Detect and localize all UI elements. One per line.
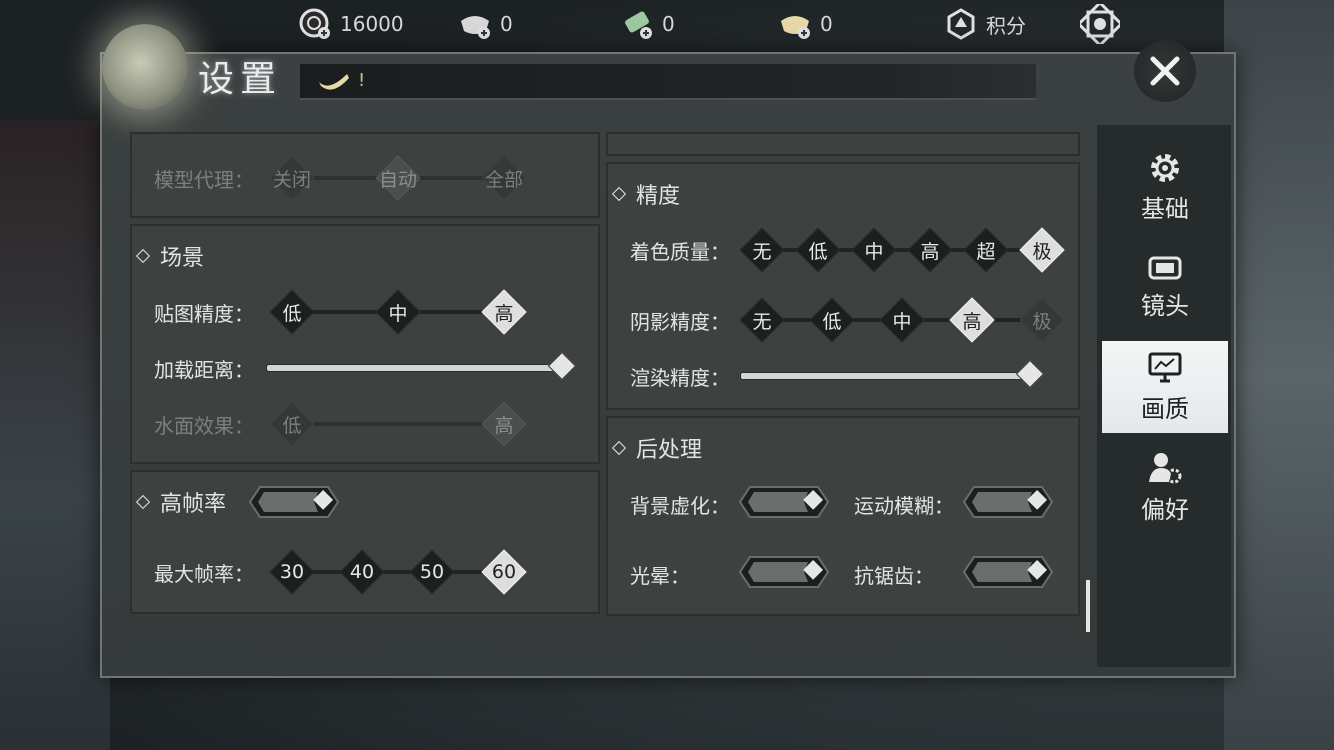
model-proxy-auto[interactable]: 自动 xyxy=(376,156,420,200)
model-proxy-box: 模型代理： 关闭 自动 全部 xyxy=(130,132,600,218)
close-icon xyxy=(1150,56,1180,86)
model-proxy-label: 模型代理： xyxy=(154,168,254,192)
monitor-icon xyxy=(1148,352,1182,382)
sidebar-item-label: 镜头 xyxy=(1141,291,1189,320)
bloom-label: 光晕： xyxy=(630,564,690,588)
bg-blur-label: 背景虚化： xyxy=(630,494,730,518)
gold-value: 0 xyxy=(820,12,833,36)
jade-value: 0 xyxy=(662,12,675,36)
shading-ultra[interactable]: 极 xyxy=(1020,228,1064,272)
badge-button[interactable] xyxy=(1080,4,1120,44)
water-label: 水面效果： xyxy=(154,414,254,438)
gold-ingot-icon xyxy=(781,16,810,39)
model-proxy-all[interactable]: 全部 xyxy=(482,156,526,200)
user-gear-icon xyxy=(1149,452,1182,483)
sidebar-item-quality[interactable]: 画质 xyxy=(1102,341,1228,433)
max-fps-label: 最大帧率： xyxy=(154,562,254,586)
shading-high[interactable]: 高 xyxy=(908,228,952,272)
currency-jade[interactable]: 0 xyxy=(620,6,675,42)
shadow-low[interactable]: 低 xyxy=(810,298,854,342)
texture-label: 贴图精度： xyxy=(154,302,254,326)
precision-section: 精度 着色质量： 无 低 中 高 超 极 阴影精度： 无 低 中 高 极 渲染精… xyxy=(606,162,1080,410)
slider-knob[interactable] xyxy=(1015,359,1045,389)
shading-low[interactable]: 低 xyxy=(796,228,840,272)
gear-icon xyxy=(1151,153,1179,182)
shadow-label: 阴影精度： xyxy=(630,310,730,334)
fps-40[interactable]: 40 xyxy=(340,550,384,594)
sidebar-item-label: 偏好 xyxy=(1141,495,1189,524)
high-fps-title: 高帧率 xyxy=(135,486,226,518)
aa-toggle[interactable] xyxy=(962,554,1054,590)
bloom-toggle[interactable] xyxy=(738,554,830,590)
load-distance-slider[interactable] xyxy=(266,351,577,381)
close-button[interactable] xyxy=(1134,40,1196,102)
background-scene-left xyxy=(0,120,110,750)
shadow-mid[interactable]: 中 xyxy=(880,298,924,342)
title-note: ! xyxy=(358,70,366,91)
points-button[interactable]: 积分 xyxy=(944,6,1026,42)
points-label: 积分 xyxy=(986,13,1026,38)
high-fps-toggle[interactable] xyxy=(248,484,340,520)
texture-low[interactable]: 低 xyxy=(270,290,314,334)
water-high[interactable]: 高 xyxy=(482,402,526,446)
fps-60[interactable]: 60 xyxy=(482,550,526,594)
moon-emblem xyxy=(102,24,188,110)
aa-label: 抗锯齿： xyxy=(854,564,934,588)
water-low[interactable]: 低 xyxy=(270,402,314,446)
title-bar xyxy=(300,64,1036,100)
shadow-none[interactable]: 无 xyxy=(740,298,784,342)
post-section: 后处理 背景虚化： 运动模糊： 光晕： 抗锯齿： xyxy=(606,416,1080,616)
model-proxy-off[interactable]: 关闭 xyxy=(270,156,314,200)
settings-content: 模型代理： 关闭 自动 全部 场景 贴图精度： 低 中 高 加载距离： 水面效果… xyxy=(126,132,1086,620)
currency-coin[interactable]: 16000 xyxy=(298,6,404,42)
coin-value: 16000 xyxy=(340,12,404,36)
scene-title: 场景 xyxy=(135,240,204,272)
right-top-box xyxy=(606,132,1080,156)
shading-label: 着色质量： xyxy=(630,240,730,264)
shadow-high[interactable]: 高 xyxy=(950,298,994,342)
jade-icon xyxy=(625,11,652,39)
currency-gold[interactable]: 0 xyxy=(778,6,833,42)
texture-mid[interactable]: 中 xyxy=(376,290,420,334)
currency-bar: 16000 0 0 0 积分 xyxy=(0,0,1334,50)
water-track xyxy=(282,422,502,426)
sidebar-item-preference[interactable]: 偏好 xyxy=(1102,441,1228,533)
shading-none[interactable]: 无 xyxy=(740,228,784,272)
shading-mid[interactable]: 中 xyxy=(852,228,896,272)
shadow-ultra[interactable]: 极 xyxy=(1020,298,1064,342)
load-distance-label: 加载距离： xyxy=(154,358,254,382)
sidebar-item-label: 画质 xyxy=(1141,394,1189,423)
fps-50[interactable]: 50 xyxy=(410,550,454,594)
high-fps-section: 高帧率 最大帧率： 30 40 50 60 xyxy=(130,470,600,614)
motion-blur-toggle[interactable] xyxy=(962,484,1054,520)
sidebar-item-camera[interactable]: 镜头 xyxy=(1102,241,1228,333)
camera-icon xyxy=(1148,256,1182,279)
render-label: 渲染精度： xyxy=(630,366,730,390)
silver-ingot-icon xyxy=(461,16,490,39)
background-scene-right xyxy=(1224,0,1334,750)
slider-knob[interactable] xyxy=(547,351,577,381)
post-title: 后处理 xyxy=(611,432,702,464)
settings-sidebar: 基础 镜头 画质 偏好 xyxy=(1097,125,1231,667)
render-slider[interactable] xyxy=(740,359,1045,389)
precision-title: 精度 xyxy=(611,178,680,210)
bg-blur-toggle[interactable] xyxy=(738,484,830,520)
page-title: 设置 xyxy=(198,59,283,100)
sidebar-item-label: 基础 xyxy=(1141,194,1189,223)
max-fps-track xyxy=(282,570,502,574)
horn-icon xyxy=(319,74,349,90)
scrollbar[interactable] xyxy=(1086,580,1090,632)
motion-blur-label: 运动模糊： xyxy=(854,494,954,518)
coin-icon xyxy=(299,8,330,39)
fps-30[interactable]: 30 xyxy=(270,550,314,594)
points-icon xyxy=(947,8,975,40)
scene-section: 场景 贴图精度： 低 中 高 加载距离： 水面效果： 低 高 xyxy=(130,224,600,464)
shading-super[interactable]: 超 xyxy=(964,228,1008,272)
silver-value: 0 xyxy=(500,12,513,36)
texture-high[interactable]: 高 xyxy=(482,290,526,334)
emblem-icon xyxy=(1080,4,1120,44)
currency-silver[interactable]: 0 xyxy=(458,6,513,42)
sidebar-item-basic[interactable]: 基础 xyxy=(1102,141,1228,233)
